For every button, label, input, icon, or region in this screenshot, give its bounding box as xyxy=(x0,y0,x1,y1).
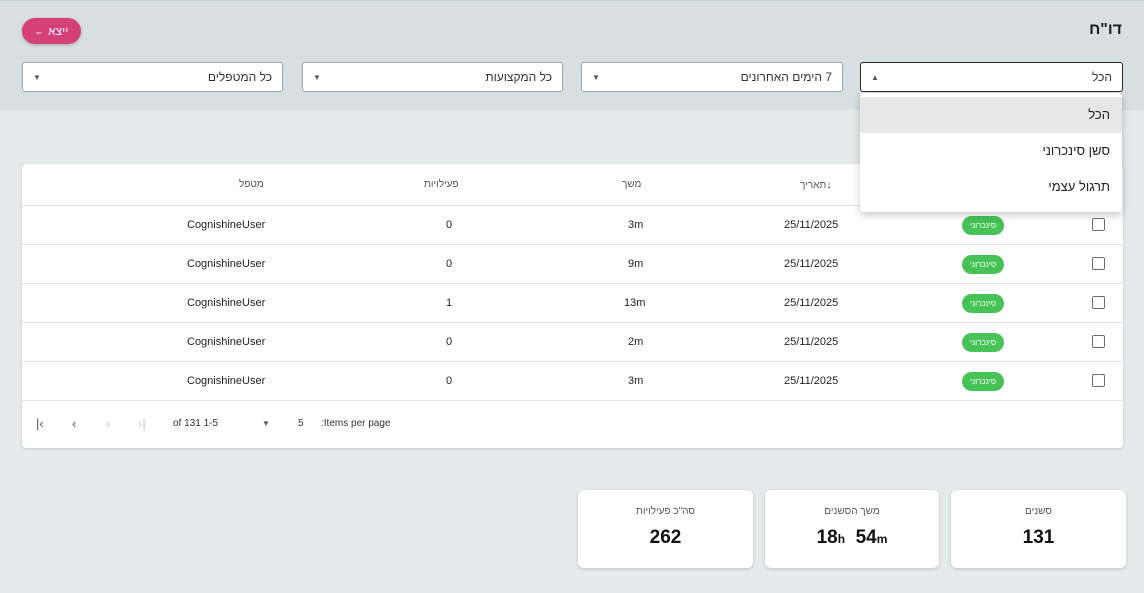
stat-label: סשנים xyxy=(1025,506,1052,517)
cell-therapist: CognishineUser xyxy=(187,375,266,387)
period-filter-value: 7 הימים האחרונים xyxy=(740,70,832,84)
profession-filter-select[interactable]: כל המקצועות ▼ xyxy=(302,62,563,92)
caret-down-icon: ▼ xyxy=(33,72,41,82)
cell-therapist: CognishineUser xyxy=(187,297,266,309)
row-checkbox[interactable] xyxy=(1092,296,1105,309)
stat-label: סה"כ פעילויות xyxy=(636,506,695,517)
column-header-date[interactable]: ↓תאריך xyxy=(800,179,832,191)
caret-down-icon: ▼ xyxy=(592,72,600,82)
cell-duration: 9m xyxy=(628,258,644,270)
cell-therapist: CognishineUser xyxy=(187,258,266,270)
column-header-duration[interactable]: משך xyxy=(622,179,641,190)
page-size-value[interactable]: 5 xyxy=(298,418,304,429)
cell-duration: 3m xyxy=(628,219,644,231)
therapist-filter-select[interactable]: כל המטפלים ▼ xyxy=(22,62,283,92)
stat-card-duration: משך הסשנים 18h 54m xyxy=(765,490,939,568)
cell-activities: 0 xyxy=(446,258,453,270)
table-row[interactable]: סינכרוני 25/11/2025 2m 0 CognishineUser xyxy=(22,323,1123,362)
stat-value: 18h 54m xyxy=(816,527,888,548)
paginator: |‹ ‹ › ›| of 131 1-5 ▼ 5 :Items per page xyxy=(22,402,1123,448)
dropdown-option-all[interactable]: הכל xyxy=(860,97,1122,133)
previous-page-icon[interactable]: ‹ xyxy=(72,416,76,431)
period-filter-select[interactable]: 7 הימים האחרונים ▼ xyxy=(581,62,843,92)
status-badge: סינכרוני xyxy=(962,333,1004,352)
stat-card-activities: סה"כ פעילויות 262 xyxy=(578,490,753,568)
stat-card-sessions: סשנים 131 xyxy=(951,490,1126,568)
row-checkbox[interactable] xyxy=(1092,374,1105,387)
caret-down-icon: ▼ xyxy=(313,72,321,82)
caret-up-icon: ▲ xyxy=(871,72,879,82)
first-page-icon[interactable]: |‹ xyxy=(36,416,44,431)
status-badge: סינכרוני xyxy=(962,294,1004,313)
stat-value: 131 xyxy=(1022,527,1055,548)
therapist-filter-value: כל המטפלים xyxy=(207,70,272,84)
cell-activities: 0 xyxy=(446,336,453,348)
dropdown-option-self-practice[interactable]: תרגול עצמי xyxy=(860,169,1122,205)
stat-value: 262 xyxy=(649,527,682,548)
column-header-therapist[interactable]: מטפל xyxy=(239,179,264,190)
cell-duration: 2m xyxy=(628,336,644,348)
cell-date: 25/11/2025 xyxy=(784,375,839,387)
stat-label: משך הסשנים xyxy=(824,506,880,517)
cell-date: 25/11/2025 xyxy=(784,258,839,270)
table-row[interactable]: סינכרוני 25/11/2025 13m 1 CognishineUser xyxy=(22,284,1123,323)
chevron-down-icon: ⌄ xyxy=(33,25,44,36)
cell-date: 25/11/2025 xyxy=(784,297,839,309)
page-title: דו"ח xyxy=(1089,21,1122,38)
profession-filter-value: כל המקצועות xyxy=(485,70,552,84)
cell-duration: 13m xyxy=(624,297,646,309)
row-checkbox[interactable] xyxy=(1092,218,1105,231)
export-label: ייצא xyxy=(48,24,69,38)
status-badge: סינכרוני xyxy=(962,255,1004,274)
type-dropdown-menu: הכל סשן סינכרוני תרגול עצמי xyxy=(860,93,1122,212)
row-checkbox[interactable] xyxy=(1092,335,1105,348)
cell-duration: 3m xyxy=(628,375,644,387)
cell-activities: 0 xyxy=(446,219,453,231)
dropdown-option-sync-session[interactable]: סשן סינכרוני xyxy=(860,133,1122,169)
cell-activities: 0 xyxy=(446,375,453,387)
status-badge: סינכרוני xyxy=(962,372,1004,391)
type-filter-select[interactable]: הכל ▲ xyxy=(860,62,1123,92)
cell-therapist: CognishineUser xyxy=(187,219,266,231)
table-row[interactable]: סינכרוני 25/11/2025 9m 0 CognishineUser xyxy=(22,245,1123,284)
status-badge: סינכרוני xyxy=(962,216,1004,235)
next-page-icon[interactable]: › xyxy=(106,416,110,431)
last-page-icon[interactable]: ›| xyxy=(138,416,146,431)
column-header-activities[interactable]: פעילויות xyxy=(424,179,459,190)
table-row[interactable]: סינכרוני 25/11/2025 3m 0 CognishineUser xyxy=(22,362,1123,401)
cell-activities: 1 xyxy=(446,297,453,309)
sort-arrow-down-icon: ↓ xyxy=(826,179,832,191)
items-per-page-label: :Items per page xyxy=(321,418,391,429)
type-filter-value: הכל xyxy=(1091,70,1112,84)
export-button[interactable]: ⌄ ייצא xyxy=(22,18,81,44)
cell-therapist: CognishineUser xyxy=(187,336,266,348)
page-size-caret-icon[interactable]: ▼ xyxy=(262,419,270,428)
row-checkbox[interactable] xyxy=(1092,257,1105,270)
range-label: of 131 1-5 xyxy=(173,418,219,429)
cell-date: 25/11/2025 xyxy=(784,336,839,348)
cell-date: 25/11/2025 xyxy=(784,219,839,231)
